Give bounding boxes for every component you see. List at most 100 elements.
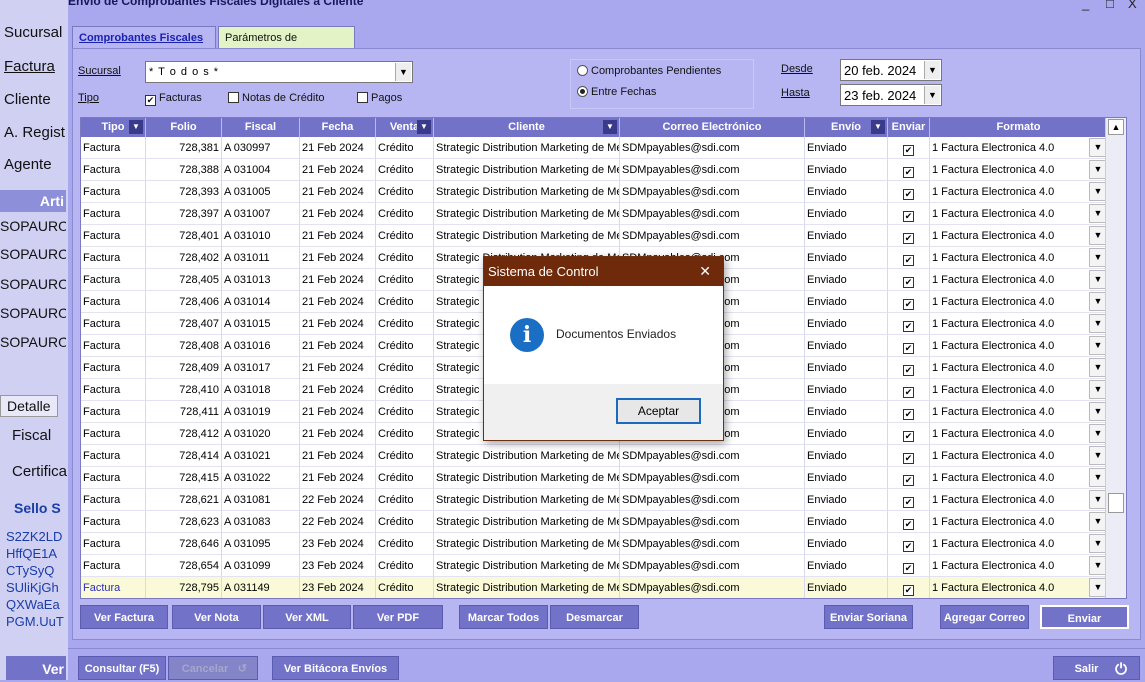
cell-formato[interactable]: 1 Factura Electronica 4.0 ▼: [930, 489, 1108, 511]
minimize-icon[interactable]: _: [1082, 0, 1089, 11]
cell-formato[interactable]: 1 Factura Electronica 4.0 ▼: [930, 555, 1108, 577]
vertical-scrollbar[interactable]: ▲: [1105, 118, 1126, 598]
cell-formato[interactable]: 1 Factura Electronica 4.0 ▼: [930, 247, 1108, 269]
filter-dropdown-icon[interactable]: ▼: [417, 120, 431, 134]
column-header[interactable]: Formato: [930, 118, 1108, 137]
cell-formato[interactable]: 1 Factura Electronica 4.0 ▼: [930, 379, 1108, 401]
close-icon[interactable]: ✕: [699, 257, 711, 286]
cell-formato[interactable]: 1 Factura Electronica 4.0 ▼: [930, 269, 1108, 291]
scroll-up-icon[interactable]: ▲: [1108, 119, 1124, 135]
column-header[interactable]: Enviar: [888, 118, 930, 137]
enviar-checkbox[interactable]: ✔: [888, 379, 930, 401]
table-row[interactable]: Factura 728,401 A 031010 21 Feb 2024 Crédito…: [81, 225, 1108, 247]
enviar-checkbox[interactable]: ✔: [888, 247, 930, 269]
ver-xml-button[interactable]: Ver XML: [263, 605, 351, 629]
column-header[interactable]: Cliente ▼: [434, 118, 620, 137]
enviar-checkbox[interactable]: ✔: [888, 335, 930, 357]
table-row[interactable]: Factura 728,795 A 031149 23 Feb 2024 Crédito…: [81, 577, 1108, 598]
table-row[interactable]: Factura 728,623 A 031083 22 Feb 2024 Crédito…: [81, 511, 1108, 533]
enviar-checkbox[interactable]: ✔: [888, 445, 930, 467]
enviar-checkbox[interactable]: ✔: [888, 357, 930, 379]
cell-formato[interactable]: 1 Factura Electronica 4.0 ▼: [930, 335, 1108, 357]
cell-formato[interactable]: 1 Factura Electronica 4.0 ▼: [930, 291, 1108, 313]
column-header[interactable]: Tipo ▼: [81, 118, 146, 137]
notas-credito-checkbox[interactable]: Notas de Crédito: [228, 92, 325, 104]
cell-formato[interactable]: 1 Factura Electronica 4.0 ▼: [930, 159, 1108, 181]
enviar-checkbox[interactable]: ✔: [888, 555, 930, 577]
column-header[interactable]: Folio: [146, 118, 222, 137]
scroll-thumb[interactable]: [1108, 493, 1124, 513]
cell-formato[interactable]: 1 Factura Electronica 4.0 ▼: [930, 203, 1108, 225]
aceptar-button[interactable]: Aceptar: [616, 398, 701, 424]
table-row[interactable]: Factura 728,646 A 031095 23 Feb 2024 Crédito…: [81, 533, 1108, 555]
cell-formato[interactable]: 1 Factura Electronica 4.0 ▼: [930, 467, 1108, 489]
column-header[interactable]: Correo Electrónico: [620, 118, 805, 137]
enviar-checkbox[interactable]: ✔: [888, 181, 930, 203]
enviar-button[interactable]: Enviar: [1040, 605, 1129, 629]
cell-formato[interactable]: 1 Factura Electronica 4.0 ▼: [930, 401, 1108, 423]
marcar-todos-button[interactable]: Marcar Todos: [459, 605, 548, 629]
column-header[interactable]: Fiscal: [222, 118, 300, 137]
close-window-icon[interactable]: X: [1128, 0, 1137, 11]
desde-date-picker[interactable]: 20 feb. 2024 ▼: [840, 59, 942, 81]
facturas-checkbox[interactable]: ✔ Facturas: [145, 92, 202, 106]
cell-formato[interactable]: 1 Factura Electronica 4.0 ▼: [930, 225, 1108, 247]
enviar-checkbox[interactable]: ✔: [888, 269, 930, 291]
ver-factura-button[interactable]: Ver Factura: [80, 605, 168, 629]
ver-pdf-button[interactable]: Ver PDF: [353, 605, 443, 629]
agregar-correo-button[interactable]: Agregar Correo: [940, 605, 1029, 629]
column-header[interactable]: Venta ▼: [376, 118, 434, 137]
maximize-icon[interactable]: □: [1106, 0, 1114, 11]
ver-nota-button[interactable]: Ver Nota: [172, 605, 261, 629]
cell-formato[interactable]: 1 Factura Electronica 4.0 ▼: [930, 313, 1108, 335]
tab-parametros-operacion[interactable]: Parámetros de Operación: [218, 26, 355, 66]
column-header[interactable]: Envío ▼: [805, 118, 888, 137]
cell-formato[interactable]: 1 Factura Electronica 4.0 ▼: [930, 423, 1108, 445]
enviar-checkbox[interactable]: ✔: [888, 159, 930, 181]
filter-dropdown-icon[interactable]: ▼: [129, 120, 143, 134]
enviar-checkbox[interactable]: ✔: [888, 291, 930, 313]
consultar-button[interactable]: Consultar (F5): [78, 656, 166, 680]
enviar-checkbox[interactable]: ✔: [888, 313, 930, 335]
desmarcar-button[interactable]: Desmarcar: [550, 605, 639, 629]
table-row[interactable]: Factura 728,397 A 031007 21 Feb 2024 Crédito…: [81, 203, 1108, 225]
salir-button[interactable]: Salir ⏻: [1053, 656, 1140, 680]
enviar-checkbox[interactable]: ✔: [888, 511, 930, 533]
pagos-checkbox[interactable]: Pagos: [357, 92, 402, 104]
table-row[interactable]: Factura 728,414 A 031021 21 Feb 2024 Crédito…: [81, 445, 1108, 467]
sucursal-select[interactable]: * T o d o s * ▼: [145, 61, 413, 83]
enviar-checkbox[interactable]: ✔: [888, 423, 930, 445]
enviar-checkbox[interactable]: ✔: [888, 489, 930, 511]
pendientes-radio[interactable]: Comprobantes Pendientes: [577, 65, 721, 77]
cell-formato[interactable]: 1 Factura Electronica 4.0 ▼: [930, 445, 1108, 467]
enviar-checkbox[interactable]: ✔: [888, 467, 930, 489]
tab-comprobantes-fiscales[interactable]: Comprobantes Fiscales: [72, 26, 216, 48]
enviar-checkbox[interactable]: ✔: [888, 533, 930, 555]
table-row[interactable]: Factura 728,654 A 031099 23 Feb 2024 Crédito…: [81, 555, 1108, 577]
table-row[interactable]: Factura 728,388 A 031004 21 Feb 2024 Crédito…: [81, 159, 1108, 181]
filter-dropdown-icon[interactable]: ▼: [603, 120, 617, 134]
table-row[interactable]: Factura 728,621 A 031081 22 Feb 2024 Crédito…: [81, 489, 1108, 511]
filter-dropdown-icon[interactable]: ▼: [871, 120, 885, 134]
cell-formato[interactable]: 1 Factura Electronica 4.0 ▼: [930, 357, 1108, 379]
cell-formato[interactable]: 1 Factura Electronica 4.0 ▼: [930, 181, 1108, 203]
ver-bitacora-button[interactable]: Ver Bitácora Envíos: [272, 656, 399, 680]
cell-formato[interactable]: 1 Factura Electronica 4.0 ▼: [930, 533, 1108, 555]
chevron-down-icon[interactable]: ▼: [395, 63, 411, 81]
cell-formato[interactable]: 1 Factura Electronica 4.0 ▼: [930, 511, 1108, 533]
enviar-checkbox[interactable]: ✔: [888, 225, 930, 247]
table-row[interactable]: Factura 728,393 A 031005 21 Feb 2024 Crédito…: [81, 181, 1108, 203]
enviar-checkbox[interactable]: ✔: [888, 203, 930, 225]
cell-formato[interactable]: 1 Factura Electronica 4.0 ▼: [930, 577, 1108, 598]
enviar-checkbox[interactable]: ✔: [888, 137, 930, 159]
chevron-down-icon[interactable]: ▼: [924, 61, 940, 79]
entre-fechas-radio[interactable]: Entre Fechas: [577, 86, 656, 98]
table-row[interactable]: Factura 728,415 A 031022 21 Feb 2024 Crédito…: [81, 467, 1108, 489]
table-row[interactable]: Factura 728,381 A 030997 21 Feb 2024 Crédito…: [81, 137, 1108, 159]
enviar-checkbox[interactable]: ✔: [888, 401, 930, 423]
hasta-date-picker[interactable]: 23 feb. 2024 ▼: [840, 84, 942, 106]
cell-formato[interactable]: 1 Factura Electronica 4.0 ▼: [930, 137, 1108, 159]
column-header[interactable]: Fecha: [300, 118, 376, 137]
enviar-soriana-button[interactable]: Enviar Soriana: [824, 605, 913, 629]
enviar-checkbox[interactable]: ✔: [888, 577, 930, 598]
